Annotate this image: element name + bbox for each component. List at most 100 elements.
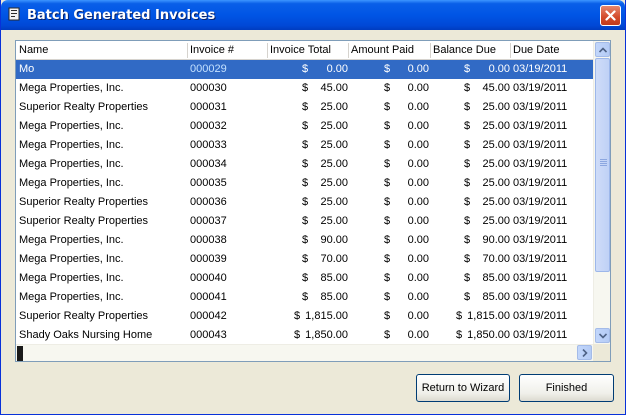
cell-invoice-total: 85.00: [320, 272, 348, 284]
table-row[interactable]: Mega Properties, Inc. 000033 $25.00 $0.00 $2…: [16, 136, 594, 155]
cell-balance-due: 70.00: [482, 253, 510, 265]
cell-due-date: 03/19/2011: [513, 215, 568, 227]
cell-amount-paid: 0.00: [407, 82, 429, 94]
vertical-scroll-thumb[interactable]: [595, 58, 610, 272]
table-row[interactable]: Mega Properties, Inc. 000032 $25.00 $0.00 $2…: [16, 117, 594, 136]
horizontal-scrollbar[interactable]: [16, 344, 594, 361]
cell-name: Mega Properties, Inc.: [19, 120, 124, 132]
vertical-scrollbar[interactable]: [593, 41, 610, 344]
cell-balance-due: 0.00: [488, 63, 510, 75]
column-header-total[interactable]: Invoice Total: [267, 43, 348, 58]
cell-due-date: 03/19/2011: [513, 272, 568, 284]
cell-amount-paid: 0.00: [407, 215, 429, 227]
cell-invoice-total: 25.00: [320, 120, 348, 132]
cell-name: Mega Properties, Inc.: [19, 82, 124, 94]
cell-due-date: 03/19/2011: [513, 82, 568, 94]
thumb-grip: [600, 161, 607, 162]
cell-balance-due: 90.00: [482, 234, 510, 246]
cell-invoice-total: 25.00: [320, 177, 348, 189]
cell-amount-paid: 0.00: [407, 120, 429, 132]
cell-due-date: 03/19/2011: [513, 63, 568, 75]
cell-invoice-total: 70.00: [320, 253, 348, 265]
table-row[interactable]: Mega Properties, Inc. 000038 $90.00 $0.00 $9…: [16, 231, 594, 250]
scrollbar-corner: [593, 344, 610, 361]
thumb-grip: [600, 165, 607, 166]
column-header-balance[interactable]: Balance Due: [430, 43, 510, 58]
scroll-right-button[interactable]: [577, 345, 592, 360]
table-row[interactable]: Mega Properties, Inc. 000040 $85.00 $0.00 $8…: [16, 269, 594, 288]
list-rows: Mo 000029 $0.00 $0.00 $0.00 03/19/2011 Mega Pr…: [16, 60, 594, 344]
cell-invoice-number: 000038: [190, 234, 227, 246]
cell-amount-paid: 0.00: [407, 329, 429, 341]
cell-due-date: 03/19/2011: [513, 120, 568, 132]
cell-due-date: 03/19/2011: [513, 310, 568, 322]
finished-button[interactable]: Finished: [519, 374, 614, 402]
cell-invoice-number: 000036: [190, 196, 227, 208]
cell-invoice-number: 000031: [190, 101, 227, 113]
invoice-list[interactable]: Name Invoice # Invoice Total Amount Paid…: [15, 40, 611, 362]
cell-name: Mega Properties, Inc.: [19, 253, 124, 265]
table-row[interactable]: Mega Properties, Inc. 000030 $45.00 $0.00 $4…: [16, 79, 594, 98]
cell-invoice-total: 1,815.00: [305, 310, 348, 322]
table-row[interactable]: Superior Realty Properties 000036 $25.00 $0…: [16, 193, 594, 212]
column-header-paid[interactable]: Amount Paid: [348, 43, 430, 58]
column-header-name[interactable]: Name: [19, 43, 187, 58]
cell-invoice-total: 25.00: [320, 139, 348, 151]
cell-invoice-total: 25.00: [320, 158, 348, 170]
cell-due-date: 03/19/2011: [513, 101, 568, 113]
cell-invoice-number: 000040: [190, 272, 227, 284]
cell-amount-paid: 0.00: [407, 177, 429, 189]
scroll-down-button[interactable]: [595, 328, 610, 343]
cell-invoice-number: 000034: [190, 158, 227, 170]
cell-amount-paid: 0.00: [407, 253, 429, 265]
cell-amount-paid: 0.00: [407, 234, 429, 246]
close-button[interactable]: [600, 5, 621, 26]
cell-balance-due: 25.00: [482, 196, 510, 208]
return-to-wizard-button[interactable]: Return to Wizard: [416, 374, 510, 402]
window-title: Batch Generated Invoices: [27, 8, 216, 23]
cell-due-date: 03/19/2011: [513, 177, 568, 189]
cell-due-date: 03/19/2011: [513, 234, 568, 246]
table-row[interactable]: Mega Properties, Inc. 000034 $25.00 $0.00 $2…: [16, 155, 594, 174]
cell-name: Mega Properties, Inc.: [19, 291, 124, 303]
cell-name: Mega Properties, Inc.: [19, 158, 124, 170]
cell-invoice-number: 000033: [190, 139, 227, 151]
table-row[interactable]: Mo 000029 $0.00 $0.00 $0.00 03/19/2011: [16, 60, 594, 79]
table-row[interactable]: Superior Realty Properties 000031 $25.00 $0…: [16, 98, 594, 117]
cell-balance-due: 25.00: [482, 177, 510, 189]
title-bar[interactable]: Batch Generated Invoices: [1, 0, 625, 30]
close-icon: [605, 10, 616, 21]
cell-invoice-total: 25.00: [320, 196, 348, 208]
table-row[interactable]: Mega Properties, Inc. 000041 $85.00 $0.00 $8…: [16, 288, 594, 307]
cell-due-date: 03/19/2011: [513, 329, 568, 341]
cell-amount-paid: 0.00: [407, 196, 429, 208]
list-header: Name Invoice # Invoice Total Amount Paid…: [16, 41, 594, 60]
window-app-icon[interactable]: [7, 7, 21, 21]
table-row[interactable]: Superior Realty Properties 000037 $25.00 $0…: [16, 212, 594, 231]
cell-due-date: 03/19/2011: [513, 253, 568, 265]
scroll-up-button[interactable]: [595, 42, 610, 57]
chevron-up-icon: [599, 47, 607, 53]
column-header-due-date[interactable]: Due Date: [510, 43, 594, 58]
cell-amount-paid: 0.00: [407, 139, 429, 151]
column-header-invoice[interactable]: Invoice #: [187, 43, 267, 58]
table-row[interactable]: Superior Realty Properties 000042 $1,815.0…: [16, 307, 594, 326]
table-row[interactable]: Mega Properties, Inc. 000039 $70.00 $0.00 $7…: [16, 250, 594, 269]
cell-name: Superior Realty Properties: [19, 196, 149, 208]
cell-invoice-number: 000029: [190, 63, 227, 75]
cell-invoice-total: 25.00: [320, 101, 348, 113]
table-row[interactable]: Shady Oaks Nursing Home 000043 $1,850.00 $0…: [16, 326, 594, 344]
cell-due-date: 03/19/2011: [513, 139, 568, 151]
cell-name: Mo: [19, 63, 35, 75]
cell-balance-due: 85.00: [482, 291, 510, 303]
horizontal-scroll-thumb[interactable]: [17, 346, 23, 361]
cell-due-date: 03/19/2011: [513, 158, 568, 170]
cell-invoice-total: 90.00: [320, 234, 348, 246]
thumb-grip: [600, 159, 607, 160]
cell-name: Mega Properties, Inc.: [19, 177, 124, 189]
cell-due-date: 03/19/2011: [513, 196, 568, 208]
table-row[interactable]: Mega Properties, Inc. 000035 $25.00 $0.00 $2…: [16, 174, 594, 193]
cell-name: Superior Realty Properties: [19, 215, 149, 227]
cell-balance-due: 45.00: [482, 82, 510, 94]
cell-invoice-number: 000043: [190, 329, 227, 341]
